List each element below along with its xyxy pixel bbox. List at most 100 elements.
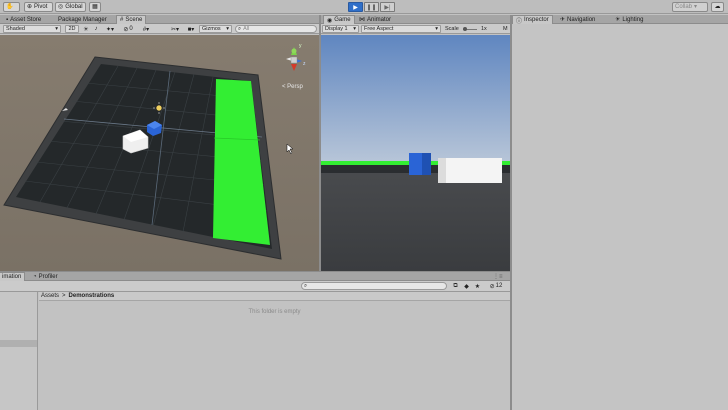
tab-game-label: Game: [334, 17, 351, 23]
gizmos-dropdown[interactable]: Gizmos ▾: [199, 25, 232, 33]
game-toolbar: Display 1 ▾ Free Aspect ▾ Scale 1x M: [321, 24, 510, 34]
hidden-packages-count: 12: [495, 283, 503, 289]
scene-toolbar: Shaded ▾ 2D ☀ ♪ ✦▾ ⊘ 0 #▾ ✂▾ ■▾ Gizmos ▾…: [0, 24, 319, 34]
grid-toggle-icon[interactable]: #▾: [141, 25, 151, 33]
hidden-objects-toggle[interactable]: ⊘ 0: [119, 25, 137, 33]
scene-view: y z < Persp: [0, 35, 319, 271]
favorite-icon[interactable]: ★: [473, 282, 482, 290]
tab-animator[interactable]: ⋈ Animator: [356, 15, 394, 24]
pivot-label: Pivot: [34, 4, 48, 10]
aspect-dropdown[interactable]: Free Aspect ▾: [361, 25, 441, 33]
scale-label: Scale: [445, 26, 459, 32]
tab-animation[interactable]: imation: [0, 272, 26, 281]
lighting-toggle-icon[interactable]: ☀: [82, 25, 90, 33]
breadcrumb: Assets > Demonstrations: [39, 292, 510, 301]
breadcrumb-assets[interactable]: Assets: [41, 293, 59, 299]
tab-lighting-label: Lighting: [622, 16, 644, 23]
lighting-icon: ☀: [615, 17, 621, 23]
gizmos-label: Gizmos: [202, 26, 221, 32]
animator-icon: ⋈: [359, 17, 365, 23]
play-button[interactable]: ▶: [348, 2, 363, 12]
pivot-toggle-button[interactable]: ⊕ Pivot: [24, 2, 53, 12]
scene-viewport[interactable]: y z < Persp: [0, 35, 319, 271]
tab-game[interactable]: ◉ Game: [323, 15, 355, 24]
tab-asset-store[interactable]: ▪ Asset Store: [3, 15, 44, 24]
tab-animation-label: imation: [2, 274, 22, 280]
global-toggle-button[interactable]: ◎ Global: [55, 2, 86, 12]
navigation-icon: ✈: [560, 17, 566, 23]
tab-package-manager[interactable]: Package Manager: [55, 15, 110, 24]
panel-menu-icon[interactable]: ⋮≡: [490, 272, 506, 281]
project-content[interactable]: This folder is empty: [39, 301, 510, 410]
chevron-down-icon: ▾: [226, 26, 229, 32]
step-button[interactable]: ▶|: [380, 2, 395, 12]
profiler-icon: ◔: [33, 273, 37, 280]
tab-package-manager-label: Package Manager: [58, 16, 107, 23]
tab-scene-label: Scene: [125, 17, 143, 23]
tab-profiler[interactable]: ◔ Profiler: [30, 272, 61, 281]
project-search-input[interactable]: ⌕: [301, 282, 447, 290]
eye-icon: ⊘: [123, 26, 129, 33]
project-folder-tree[interactable]: [0, 292, 38, 410]
search-placeholder: All: [243, 26, 250, 32]
shading-mode-dropdown[interactable]: Shaded ▾: [3, 25, 61, 33]
hidden-packages-toggle[interactable]: ⊘ 12: [484, 282, 508, 290]
2d-toggle[interactable]: 2D: [65, 25, 79, 33]
game-viewport[interactable]: [321, 35, 510, 271]
global-label: Global: [65, 4, 83, 10]
empty-folder-message: This folder is empty: [248, 309, 301, 315]
aspect-value: Free Aspect: [364, 26, 394, 32]
hand-icon: ✋: [6, 4, 14, 10]
maximize-toggle[interactable]: M: [503, 26, 508, 32]
cloud-icon: ☁: [714, 4, 721, 10]
breadcrumb-demonstrations[interactable]: Demonstrations: [69, 293, 115, 299]
eye-slash-icon: ⊘: [489, 283, 495, 290]
store-icon: ▪: [6, 16, 9, 23]
tab-navigation[interactable]: ✈ Navigation: [557, 15, 598, 24]
2d-label: 2D: [68, 26, 76, 32]
inspector-tabbar: ⓘ Inspector ✈ Navigation ☀ Lighting: [512, 15, 728, 25]
blue-agent-side: [422, 153, 431, 175]
grid-snap-button[interactable]: ▦: [89, 2, 101, 12]
breadcrumb-separator: >: [62, 293, 66, 299]
sky: [321, 35, 510, 162]
hand-tool-button[interactable]: ✋: [3, 2, 20, 12]
chevron-down-icon: ▾: [55, 26, 58, 32]
game-view: [321, 35, 510, 271]
chevron-down-icon: ▾: [694, 4, 698, 10]
tab-inspector[interactable]: ⓘ Inspector: [512, 15, 553, 25]
collab-label: Collab: [675, 4, 693, 10]
persp-label[interactable]: < Persp: [282, 84, 304, 90]
tab-scene[interactable]: # Scene: [116, 15, 147, 24]
game-tabbar: ◉ Game ⋈ Animator: [321, 15, 510, 24]
display-value: Display 1: [325, 26, 348, 32]
camera-icon[interactable]: ■▾: [184, 25, 198, 33]
scene-search-input[interactable]: ⌕ All: [235, 25, 317, 33]
pause-button[interactable]: ❚❚: [364, 2, 379, 12]
filter-type-icon[interactable]: ⧉: [451, 282, 460, 290]
hidden-count: 0: [129, 26, 133, 32]
globe-icon: ◎: [58, 4, 64, 10]
display-dropdown[interactable]: Display 1 ▾: [322, 25, 359, 33]
filter-label-icon[interactable]: ◆: [462, 282, 471, 290]
scene-icon: #: [120, 17, 124, 23]
game-icon: ◉: [327, 17, 333, 24]
selected-folder-row[interactable]: [0, 340, 37, 347]
pivot-icon: ⊕: [27, 4, 33, 10]
audio-toggle-icon[interactable]: ♪: [92, 25, 100, 33]
collab-button[interactable]: Collab ▾: [672, 2, 708, 12]
pause-icon: ❚❚: [366, 4, 377, 11]
scale-slider[interactable]: [463, 27, 477, 31]
scale-slider-thumb[interactable]: [463, 27, 467, 31]
tab-asset-store-label: Asset Store: [10, 16, 42, 23]
effects-toggle-icon[interactable]: ✦▾: [103, 25, 117, 33]
bottom-tabbar: imation ◔ Profiler ⋮≡: [0, 272, 510, 281]
project-toolbar: ⌕ ⧉ ◆ ★ ⊘ 12: [0, 281, 510, 292]
scale-value: 1x: [481, 26, 487, 32]
main-toolbar: ✋ ⊕ Pivot ◎ Global ▦ ▶ ❚❚ ▶| Collab ▾ ☁: [0, 0, 728, 14]
tab-animator-label: Animator: [367, 16, 392, 23]
cloud-button[interactable]: ☁: [711, 2, 724, 12]
tab-lighting[interactable]: ☀ Lighting: [612, 15, 646, 24]
tools-icon[interactable]: ✂▾: [167, 25, 183, 33]
step-icon: ▶|: [384, 4, 391, 11]
